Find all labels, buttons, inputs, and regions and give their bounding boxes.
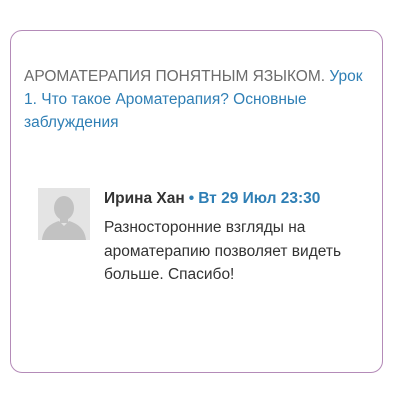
comment-text: Разносторонние взгляды на ароматерапию п… xyxy=(104,219,342,283)
comment-date: Вт 29 Июл 23:30 xyxy=(198,190,321,207)
avatar xyxy=(38,188,90,240)
post-title-prefix: АРОМАТЕРАПИЯ ПОНЯТНЫМ ЯЗЫКОМ. xyxy=(24,68,326,85)
user-silhouette-icon xyxy=(38,188,90,240)
comment-author[interactable]: Ирина Хан xyxy=(104,190,185,207)
comment-body: Ирина Хан • Вт 29 Июл 23:30 Разносторонние… xyxy=(104,188,364,287)
post-title: АРОМАТЕРАПИЯ ПОНЯТНЫМ ЯЗЫКОМ. Урок 1. Чт… xyxy=(24,65,364,134)
meta-separator: • xyxy=(188,190,195,207)
comment-meta: Ирина Хан • Вт 29 Июл 23:30 xyxy=(104,188,364,210)
